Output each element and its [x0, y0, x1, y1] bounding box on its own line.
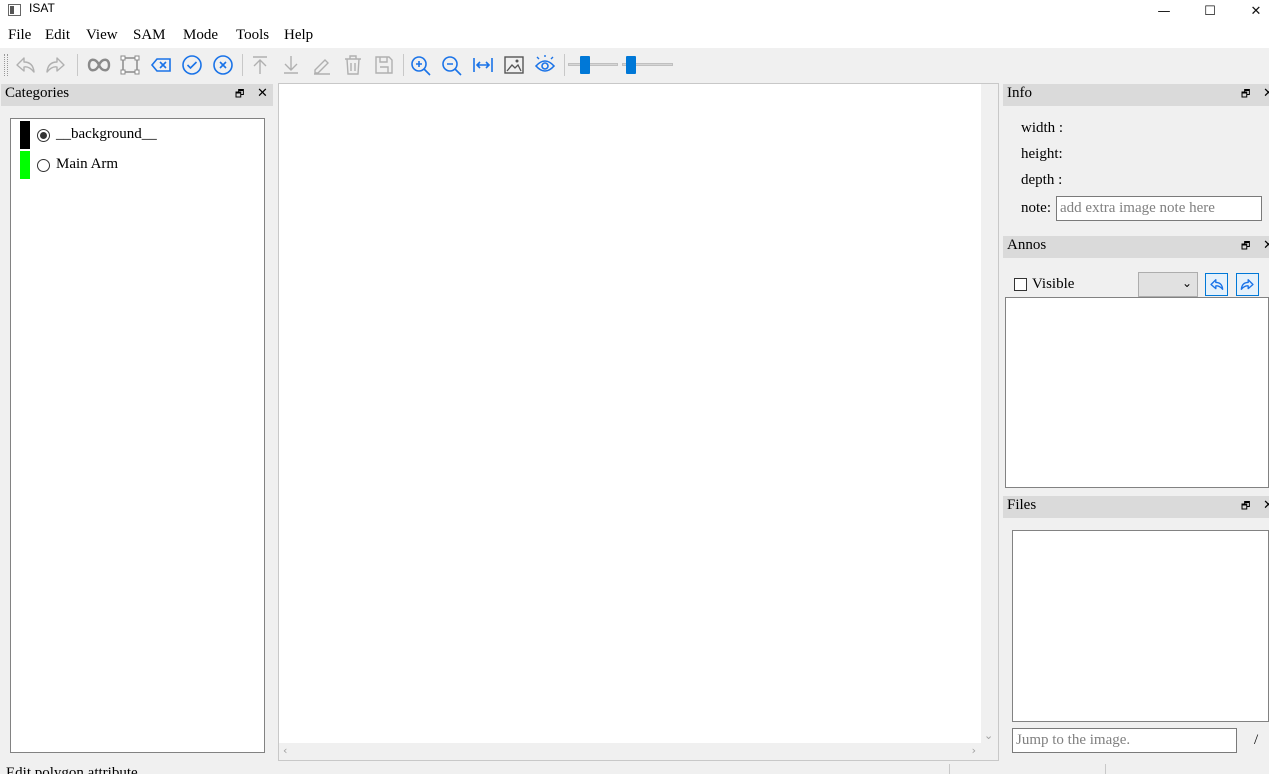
- category-radio[interactable]: [37, 159, 50, 172]
- visible-checkbox[interactable]: [1014, 278, 1027, 291]
- visible-icon[interactable]: [531, 52, 559, 78]
- zoom-out-icon[interactable]: [438, 52, 466, 78]
- menu-sam[interactable]: SAM: [133, 27, 166, 44]
- toolbar-separator: [242, 54, 243, 76]
- close-icon[interactable]: ✕: [257, 86, 268, 101]
- vertical-scrollbar[interactable]: ⌄: [981, 84, 998, 744]
- delete-icon[interactable]: [339, 52, 367, 78]
- menu-help[interactable]: Help: [284, 27, 313, 44]
- category-radio[interactable]: [37, 129, 50, 142]
- status-divider: [1105, 764, 1106, 774]
- toolbar-separator: [403, 54, 404, 76]
- toolbar-separator: [77, 54, 78, 76]
- sam-segment-icon[interactable]: [85, 52, 113, 78]
- toolbar-grip[interactable]: [4, 54, 8, 76]
- point-size-slider[interactable]: [622, 56, 673, 74]
- note-input[interactable]: [1056, 196, 1262, 221]
- status-divider: [949, 764, 950, 774]
- float-icon[interactable]: 🗗: [1241, 239, 1250, 256]
- slider-handle[interactable]: [626, 56, 636, 74]
- float-icon[interactable]: 🗗: [235, 87, 244, 104]
- save-icon[interactable]: [370, 52, 398, 78]
- menu-tools[interactable]: Tools: [236, 27, 269, 44]
- menu-edit[interactable]: Edit: [45, 27, 70, 44]
- height-label: height:: [1021, 146, 1063, 162]
- scroll-down-icon[interactable]: ⌄: [984, 729, 993, 742]
- visible-label: Visible: [1032, 276, 1075, 292]
- cancel-icon[interactable]: [209, 52, 237, 78]
- files-title: Files: [1007, 497, 1037, 513]
- category-label: Main Arm: [56, 156, 119, 172]
- image-canvas[interactable]: ⌄ ‹ ›: [278, 83, 999, 761]
- finish-icon[interactable]: [178, 52, 206, 78]
- toolbar-separator: [564, 54, 565, 76]
- edit-icon[interactable]: [308, 52, 336, 78]
- annos-title: Annos: [1007, 237, 1047, 253]
- category-label: __background__: [56, 126, 157, 142]
- info-title: Info: [1007, 85, 1032, 101]
- page-separator: /: [1254, 732, 1259, 748]
- slider-handle[interactable]: [580, 56, 590, 74]
- scroll-corner: [981, 743, 998, 760]
- close-window-button[interactable]: ✕: [1233, 0, 1269, 22]
- app-icon: [8, 4, 21, 16]
- category-item[interactable]: Main Arm: [20, 151, 250, 179]
- title-bar: ISAT — ☐ ✕: [0, 0, 1269, 22]
- backspace-icon[interactable]: [147, 52, 175, 78]
- menu-mode[interactable]: Mode: [183, 27, 218, 44]
- menu-bar: File Edit View SAM Mode Tools Help: [0, 22, 1269, 48]
- opacity-slider[interactable]: [568, 56, 618, 74]
- category-list: __background__ Main Arm: [10, 118, 265, 753]
- jump-to-image-input[interactable]: [1012, 728, 1237, 753]
- minimize-button[interactable]: —: [1141, 0, 1187, 22]
- next-group-button[interactable]: [1236, 273, 1259, 296]
- file-list[interactable]: [1012, 530, 1269, 722]
- scroll-left-icon[interactable]: ‹: [283, 744, 287, 757]
- status-message: Edit polygon attribute: [6, 765, 138, 774]
- window-title: ISAT: [29, 1, 55, 15]
- category-item[interactable]: __background__: [20, 121, 250, 149]
- annotation-list[interactable]: [1005, 297, 1269, 488]
- slider-track: [568, 63, 618, 66]
- background-image-icon[interactable]: [500, 52, 528, 78]
- scroll-right-icon[interactable]: ›: [972, 744, 976, 757]
- float-icon[interactable]: 🗗: [1241, 87, 1250, 104]
- categories-title: Categories: [5, 85, 70, 101]
- status-bar: Edit polygon attribute: [0, 762, 1269, 774]
- horizontal-scrollbar[interactable]: ‹ ›: [279, 743, 982, 760]
- category-color-swatch: [20, 151, 30, 179]
- prev-group-button[interactable]: [1205, 273, 1228, 296]
- files-dock-title: Files 🗗 ✕: [1003, 496, 1269, 518]
- menu-file[interactable]: File: [8, 27, 31, 44]
- fit-window-icon[interactable]: [469, 52, 497, 78]
- category-color-swatch: [20, 121, 30, 149]
- polygon-icon[interactable]: [116, 52, 144, 78]
- depth-label: depth :: [1021, 172, 1063, 188]
- annos-dock-title: Annos 🗗 ✕: [1003, 236, 1269, 258]
- note-label: note:: [1021, 200, 1051, 216]
- close-icon[interactable]: ✕: [1263, 498, 1269, 513]
- chevron-down-icon: ⌄: [1181, 276, 1192, 290]
- undo-icon[interactable]: [11, 52, 39, 78]
- annos-group-select[interactable]: ⌄: [1138, 272, 1198, 297]
- close-icon[interactable]: ✕: [1263, 238, 1269, 253]
- float-icon[interactable]: 🗗: [1241, 499, 1250, 516]
- toolbar: [0, 48, 1269, 82]
- close-icon[interactable]: ✕: [1263, 86, 1269, 101]
- categories-dock-title: Categories 🗗 ✕: [1, 84, 273, 106]
- info-dock-title: Info 🗗 ✕: [1003, 84, 1269, 106]
- move-bottom-icon[interactable]: [277, 52, 305, 78]
- width-label: width :: [1021, 120, 1064, 136]
- zoom-in-icon[interactable]: [407, 52, 435, 78]
- redo-icon[interactable]: [42, 52, 70, 78]
- menu-view[interactable]: View: [86, 27, 118, 44]
- move-top-icon[interactable]: [246, 52, 274, 78]
- maximize-button[interactable]: ☐: [1187, 0, 1233, 22]
